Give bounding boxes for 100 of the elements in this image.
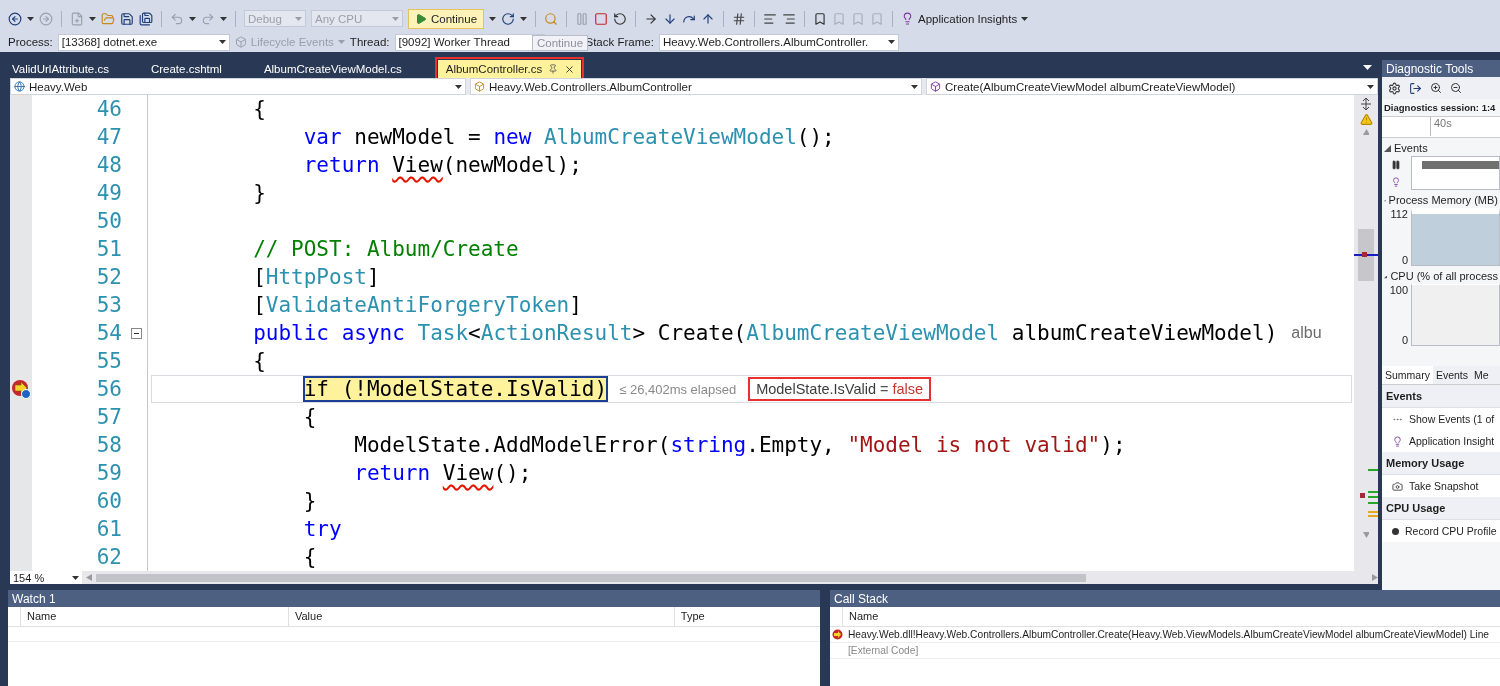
close-icon[interactable]	[564, 63, 576, 75]
application-insights-button[interactable]: Application Insights	[901, 12, 1029, 25]
split-icon[interactable]	[1360, 98, 1372, 110]
restart-icon[interactable]	[613, 11, 628, 26]
group-heading: Memory Usage	[1382, 452, 1500, 475]
save-all-icon[interactable]	[139, 11, 153, 26]
stack-frame[interactable]: Heavy.Web.dll!Heavy.Web.Controllers.AlbumController.Create(Heavy.Web.ViewModels.AlbumCreateViewModel albumCreateViewModel) Line	[848, 629, 1489, 640]
document-tab[interactable]: Create.cshtml	[148, 60, 262, 78]
line-number: 55	[95, 348, 123, 375]
stack-frame[interactable]: [External Code]	[848, 645, 919, 656]
caret-icon[interactable]	[455, 84, 462, 89]
continue-button[interactable]: Continue	[408, 8, 485, 29]
line-number: 57	[95, 404, 123, 431]
stop-icon[interactable]	[594, 11, 609, 26]
column-header[interactable]: Type	[673, 607, 820, 626]
caret-icon[interactable]	[220, 16, 227, 21]
code-line: [ValidateAntiForgeryToken]	[252, 292, 582, 318]
section-title: Process Memory (MB)	[1388, 194, 1498, 206]
tab-list-caret-icon[interactable]	[1363, 65, 1372, 70]
line-number: 48	[95, 152, 123, 179]
caret-icon[interactable]	[1367, 84, 1374, 89]
caret-icon[interactable]	[911, 84, 918, 89]
column-header[interactable]: Name	[842, 607, 1500, 626]
code-line: ModelState.AddModelError(string.Empty, "Model is not valid");	[353, 432, 1126, 458]
project-icon	[14, 81, 25, 92]
caret-icon[interactable]	[489, 16, 497, 21]
back-icon[interactable]	[8, 11, 22, 26]
line-number: 53	[95, 292, 123, 319]
code-line: [HttpPost]	[252, 264, 380, 290]
summary-link[interactable]: Show Events (1 of	[1382, 408, 1500, 430]
caret-icon[interactable]	[887, 40, 895, 44]
panel-title: Call Stack	[830, 590, 1500, 607]
panel-title: Diagnostic Tools	[1382, 60, 1500, 77]
axis-label: 100	[1389, 284, 1408, 296]
export-icon[interactable]	[1409, 81, 1422, 95]
process-dropdown[interactable]: [13368] dotnet.exe	[57, 33, 230, 51]
summary-link[interactable]: Record CPU Profile	[1382, 520, 1500, 542]
camera-icon[interactable]	[1392, 480, 1403, 492]
summary-link[interactable]: Application Insight	[1382, 430, 1500, 452]
pin-icon[interactable]	[548, 64, 559, 74]
document-tab[interactable]: ValidUrlAttribute.cs	[10, 60, 149, 78]
collapse-icon[interactable]	[131, 327, 142, 339]
record-dot-icon[interactable]	[1392, 527, 1399, 535]
member-dropdown[interactable]: Create(AlbumCreateViewModel albumCreateViewModel)	[926, 78, 1378, 95]
settings-icon[interactable]	[1388, 81, 1401, 95]
line-number: 51	[95, 236, 123, 263]
type-dropdown[interactable]: Heavy.Web.Controllers.AlbumController	[470, 78, 922, 95]
pause-icon	[1391, 159, 1401, 170]
section-title: Events	[1394, 142, 1428, 154]
zoom-in-icon[interactable]	[1430, 82, 1442, 94]
zoom-dropdown[interactable]: 154 %	[10, 571, 82, 584]
time-tick: 40s	[1430, 117, 1452, 136]
line-number: 58	[95, 432, 123, 459]
group-heading: Events	[1382, 385, 1500, 408]
code-line: return View(newModel);	[302, 152, 582, 178]
code-line: public async Task<ActionResult> Create(AlbumCreateViewModel albumCreateViewModel)	[252, 320, 1278, 346]
axis-label: 112	[1390, 208, 1408, 220]
panel-tab[interactable]: Me	[1471, 366, 1492, 384]
column-header[interactable]: Value	[287, 607, 674, 626]
refresh-icon[interactable]	[501, 11, 516, 26]
zoom-out-icon[interactable]	[1450, 82, 1462, 94]
line-number: 54	[95, 320, 123, 347]
axis-label: 0	[1401, 334, 1408, 346]
process-label: Process:	[8, 36, 53, 48]
line-number: 62	[95, 544, 123, 571]
save-icon[interactable]	[120, 11, 134, 26]
lightbulb-icon[interactable]	[1392, 435, 1403, 447]
session-label: Diagnostics session: 1:4	[1383, 101, 1497, 115]
tooltip: Continue	[532, 35, 589, 51]
datatip[interactable]: ModelState.IsValid = false	[748, 377, 932, 401]
code-line: }	[302, 488, 317, 514]
column-header[interactable]: Name	[20, 607, 288, 626]
elapsed-time-hint: ≤ 26,402ms elapsed	[619, 381, 737, 397]
bookmark-icon[interactable]	[813, 11, 828, 26]
group-heading: CPU Usage	[1382, 497, 1500, 520]
summary-link[interactable]: Take Snapshot	[1382, 475, 1500, 497]
caret-icon[interactable]	[27, 16, 34, 21]
line-number: 49	[95, 180, 123, 207]
panel-tab[interactable]: Summary	[1382, 366, 1433, 384]
caret-icon[interactable]	[520, 16, 528, 21]
panel-title: Watch 1	[8, 590, 820, 607]
caret-icon[interactable]	[1021, 16, 1029, 21]
caret-icon[interactable]	[218, 40, 226, 44]
vertical-scrollbar[interactable]	[1354, 95, 1378, 571]
play-icon	[415, 12, 427, 25]
caret-icon[interactable]	[89, 16, 96, 21]
caret-icon[interactable]	[72, 575, 79, 580]
code-line: try	[302, 516, 342, 542]
document-tab[interactable]: AlbumController.cs	[437, 60, 582, 78]
stack-frame-dropdown[interactable]: Heavy.Web.Controllers.AlbumController.	[658, 33, 899, 51]
caret-icon[interactable]	[189, 16, 196, 21]
line-number: 46	[95, 96, 123, 123]
project-dropdown[interactable]: Heavy.Web	[10, 78, 466, 95]
panel-tab[interactable]: Events	[1432, 366, 1472, 384]
line-number: 60	[95, 488, 123, 515]
code-line: var newModel = new AlbumCreateViewModel();	[302, 124, 835, 150]
thread-label: Thread:	[349, 36, 390, 48]
axis-label: 0	[1401, 254, 1408, 266]
line-number: 47	[95, 124, 123, 151]
code-line: {	[302, 544, 317, 570]
